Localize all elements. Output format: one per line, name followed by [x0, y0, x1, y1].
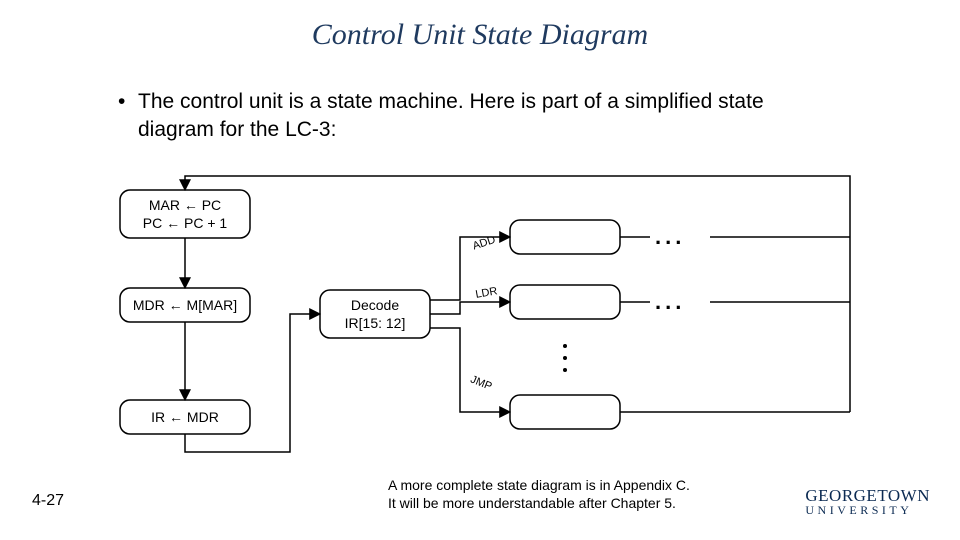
logo-line1: GEORGETOWN [805, 487, 930, 504]
hellip-ldr: ... [655, 289, 685, 314]
footnote: A more complete state diagram is in Appe… [388, 476, 818, 512]
fetch-line1: MAR ← PC [149, 197, 221, 213]
bullet-text: • The control unit is a state machine. H… [138, 88, 838, 145]
state-exec-add [510, 220, 620, 254]
arrow-decode-ldr [430, 302, 510, 314]
hellip-add: ... [655, 224, 685, 249]
mdr-text: MDR ← M[MAR] [133, 297, 237, 313]
label-ldr: LDR [475, 285, 499, 301]
decode-line2: IR[15: 12] [345, 315, 406, 331]
bullet-marker: • [118, 88, 125, 116]
vellip-3 [563, 368, 567, 372]
logo-line2: UNIVERSITY [805, 504, 930, 516]
slide: Control Unit State Diagram • The control… [0, 0, 960, 540]
state-exec-jmp [510, 395, 620, 429]
state-diagram: MAR ← PC PC ← PC + 1 MDR ← M[MAR] IR ← M… [60, 170, 900, 465]
ir-text: IR ← MDR [151, 409, 219, 425]
footnote-line2: It will be more understandable after Cha… [388, 495, 676, 511]
vellip-2 [563, 356, 567, 360]
decode-line1: Decode [351, 297, 399, 313]
vellip-1 [563, 344, 567, 348]
state-exec-ldr [510, 285, 620, 319]
slide-title: Control Unit State Diagram [0, 18, 960, 52]
georgetown-logo: GEORGETOWN UNIVERSITY [805, 487, 930, 516]
label-jmp: JMP [469, 374, 494, 393]
bullet-content: The control unit is a state machine. Her… [138, 90, 764, 141]
arrow-decode-add [430, 237, 510, 300]
footnote-line1: A more complete state diagram is in Appe… [388, 477, 690, 493]
page-number: 4-27 [32, 492, 64, 510]
arrow-decode-jmp [430, 328, 510, 412]
fetch-line2: PC ← PC + 1 [143, 215, 228, 231]
